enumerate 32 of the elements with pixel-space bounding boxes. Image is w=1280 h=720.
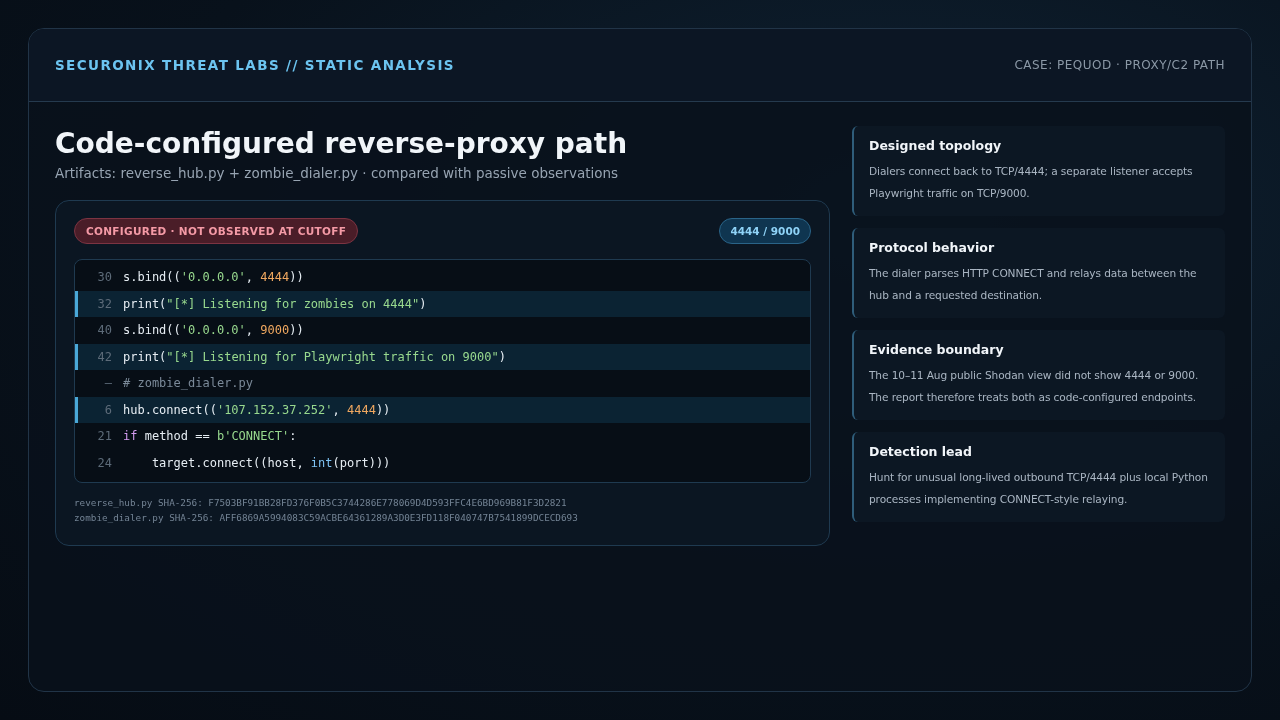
brand-title: SECURONIX THREAT LABS // STATIC ANALYSIS — [55, 57, 455, 73]
code-text: s.bind(('0.0.0.0', 9000)) — [123, 323, 304, 338]
card-title: Detection lead — [869, 444, 973, 459]
line-number: 21 — [96, 429, 113, 444]
line-number: — — [103, 376, 113, 391]
card-text: The 10–11 Aug public Shodan view did not show 4444 or 9000. The report therefore treats both as code-configured endpoints. — [869, 368, 1200, 405]
line-number: 32 — [96, 296, 113, 311]
status-badge: CONFIGURED · NOT OBSERVED AT CUTOFF — [74, 218, 359, 244]
card-text: The dialer parses HTTP CONNECT and relays data between the hub and a requested destination. — [869, 266, 1198, 303]
line-number: 24 — [96, 455, 113, 470]
page-title: Code-configured reverse-proxy path — [55, 126, 629, 161]
code-text: print("[*] Listening for zombies on 4444") — [123, 296, 427, 311]
card-title: Protocol behavior — [869, 240, 996, 255]
line-number: 40 — [96, 323, 113, 338]
code-text: # zombie_dialer.py — [123, 376, 254, 391]
hash-line: reverse_hub.py SHA-256: F7503BF91BB28FD376F0B5C3744286E778069D4D593FFC4E6BD969B81F3D2821 — [74, 496, 568, 510]
card-text: Hunt for unusual long-lived outbound TCP/4444 plus local Python processes implementing CONNECT-style relaying. — [869, 470, 1209, 507]
card-title: Evidence boundary — [869, 342, 1005, 357]
code-text: if method == b'CONNECT': — [123, 429, 297, 444]
card-title: Designed topology — [869, 138, 1003, 153]
ports-badge: 4444 / 9000 — [719, 218, 811, 244]
code-text: target.connect((host, int(port))) — [150, 455, 391, 470]
card-text: Dialers connect back to TCP/4444; a separate listener accepts Playwright traffic on TCP/9000. — [869, 164, 1194, 201]
line-number: 30 — [96, 270, 113, 285]
code-text: print("[*] Listening for Playwright traffic on 9000") — [123, 349, 506, 364]
case-label: CASE: PEQUOD · PROXY/C2 PATH — [1014, 58, 1225, 72]
code-text: hub.connect(('107.152.37.252', 4444)) — [123, 402, 391, 417]
subtitle: Artifacts: reverse_hub.py + zombie_dialer.py · compared with passive observations — [55, 165, 620, 181]
line-number: 42 — [96, 349, 113, 364]
line-number: 6 — [103, 402, 113, 417]
hash-line: zombie_dialer.py SHA-256: AFF6869A5994083C59ACBE64361289A3D0E3FD118F040747B7541899DCECD693 — [74, 511, 579, 525]
code-text: s.bind(('0.0.0.0', 4444)) — [123, 270, 304, 285]
